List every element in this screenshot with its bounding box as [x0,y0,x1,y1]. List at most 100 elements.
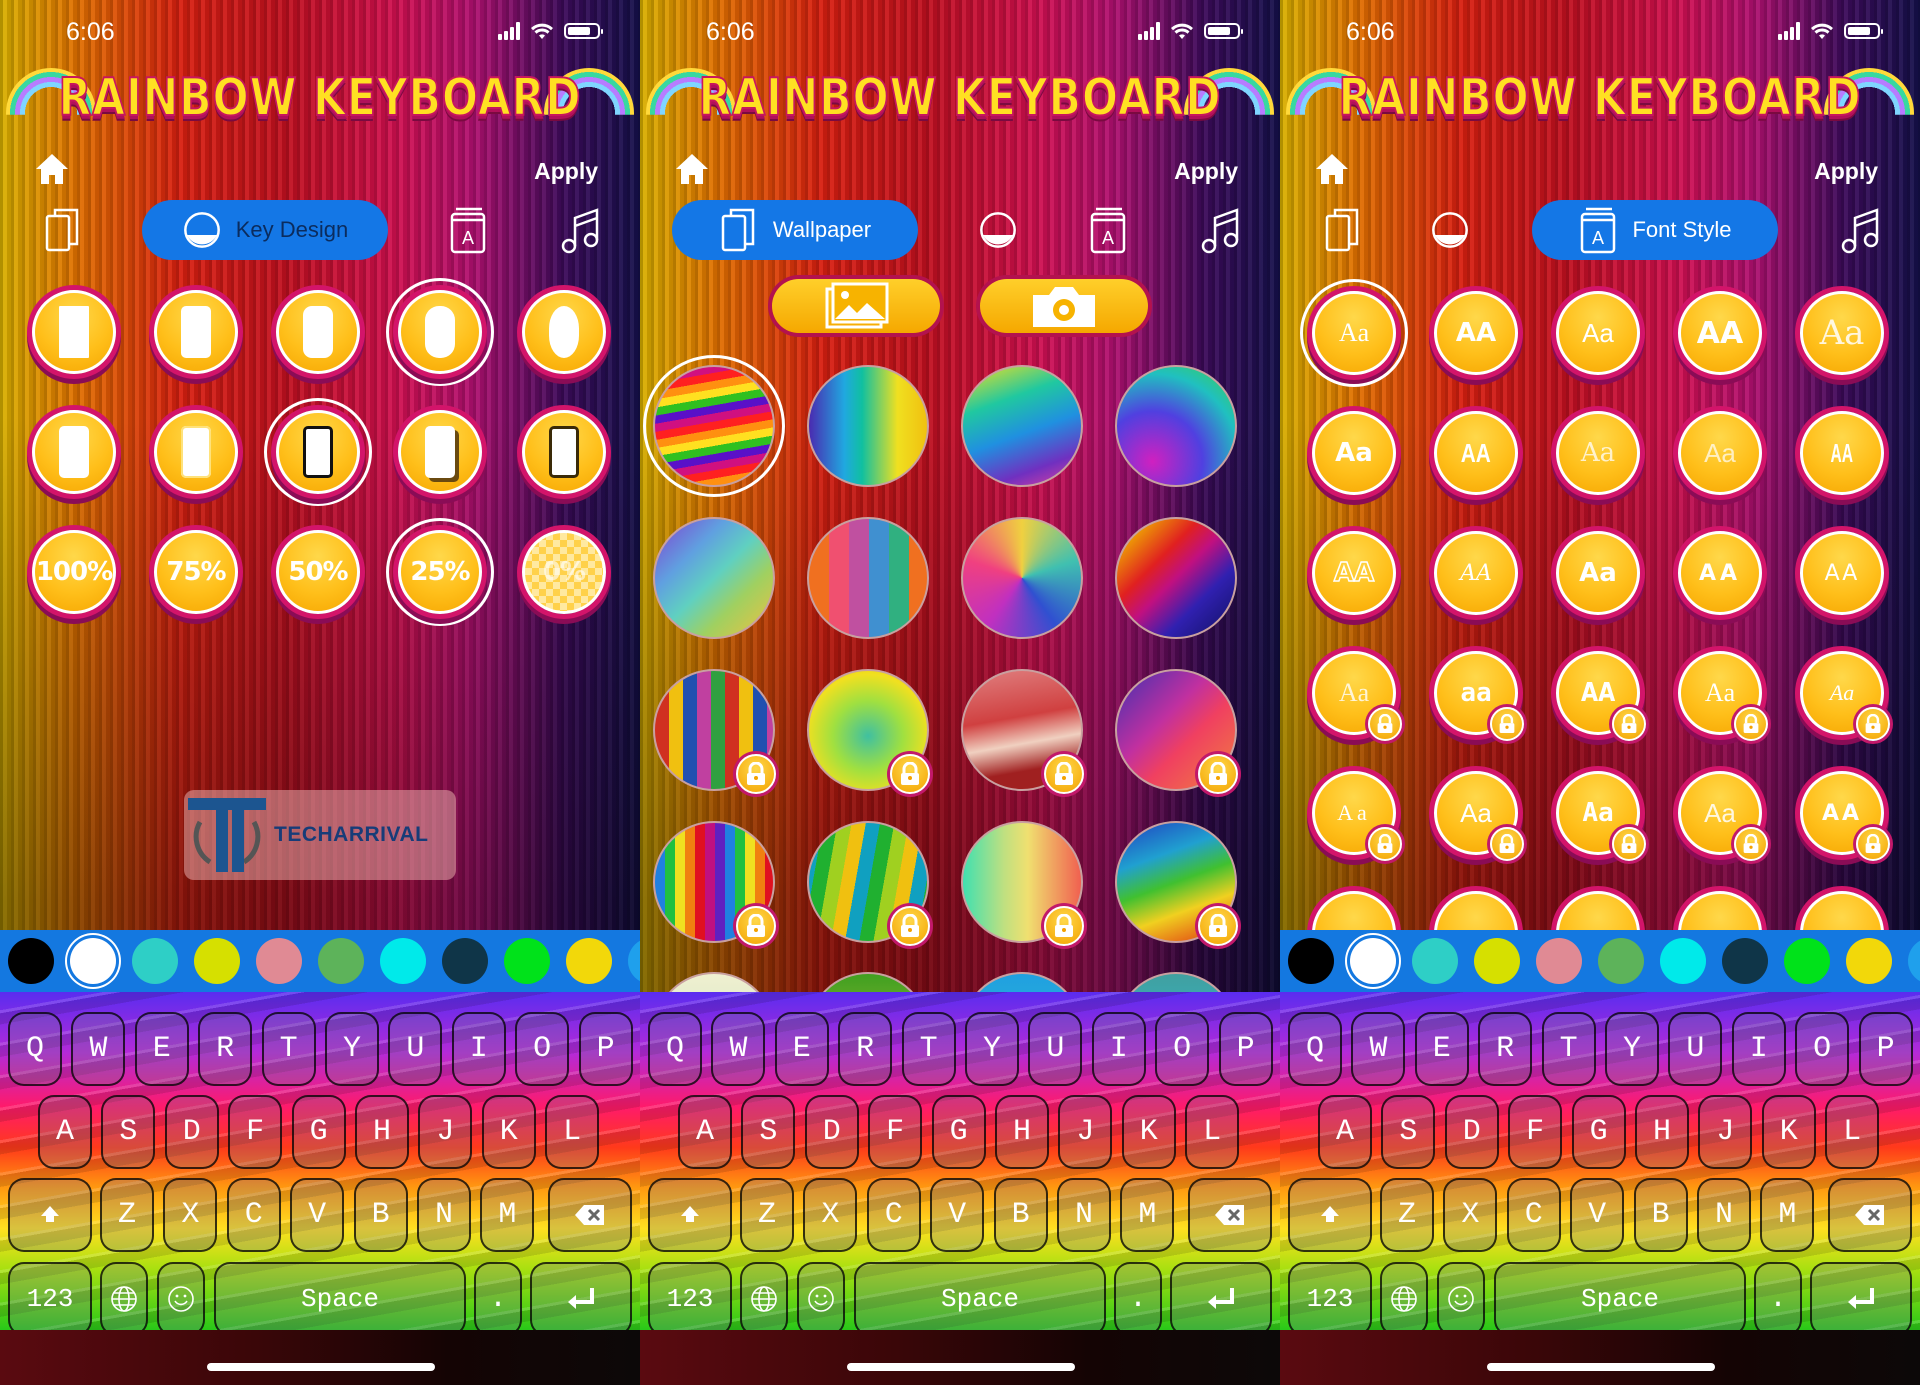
apply-button[interactable]: Apply [1814,158,1878,185]
key-j[interactable]: J [1698,1095,1753,1169]
shift-key[interactable] [1288,1178,1372,1252]
font-option[interactable]: AA [1434,291,1518,375]
home-indicator[interactable] [207,1363,435,1371]
key-z[interactable]: Z [100,1178,154,1252]
space-key[interactable]: Space [854,1262,1106,1330]
key-b[interactable]: B [993,1178,1048,1252]
key-f[interactable]: F [868,1095,923,1169]
color-swatch[interactable] [318,938,364,984]
key-shape-option[interactable] [276,290,360,374]
font-option[interactable]: Aa [1556,411,1640,495]
key-i[interactable]: I [1091,1012,1146,1086]
key-o[interactable]: O [1795,1012,1850,1086]
color-swatch[interactable] [1846,938,1892,984]
key-o[interactable]: O [1155,1012,1210,1086]
key-l[interactable]: L [1825,1095,1880,1169]
key-u[interactable]: U [388,1012,443,1086]
font-option[interactable]: Aa [1800,291,1884,375]
key-border-option-selected[interactable] [276,410,360,494]
key-n[interactable]: N [1697,1178,1751,1252]
key-f[interactable]: F [1508,1095,1563,1169]
backspace-key[interactable] [1828,1178,1912,1252]
home-icon[interactable] [1314,152,1350,186]
color-swatch[interactable] [1598,938,1644,984]
font-option[interactable]: AA [1434,411,1518,495]
wallpaper-thumbnail-diagonal-rays[interactable] [1115,517,1237,639]
key-t[interactable]: T [901,1012,956,1086]
font-option[interactable]: Aa [1556,291,1640,375]
globe-key[interactable] [1380,1262,1428,1330]
key-s[interactable]: S [101,1095,156,1169]
key-m[interactable]: M [1120,1178,1175,1252]
color-swatch[interactable] [256,938,302,984]
key-v[interactable]: V [290,1178,345,1252]
color-swatch[interactable] [1412,938,1458,984]
color-swatch[interactable] [566,938,612,984]
opacity-option[interactable]: 100% [32,530,116,614]
key-d[interactable]: D [804,1095,859,1169]
key-l[interactable]: L [545,1095,600,1169]
color-swatch[interactable] [194,938,240,984]
key-border-option[interactable] [32,410,116,494]
key-y[interactable]: Y [325,1012,379,1086]
color-swatch[interactable] [504,938,550,984]
key-w[interactable]: W [1351,1012,1406,1086]
wallpaper-thumbnail-swoosh[interactable] [961,365,1083,487]
color-swatch[interactable] [628,938,640,984]
key-r[interactable]: R [198,1012,253,1086]
key-b[interactable]: B [353,1178,408,1252]
opacity-option[interactable]: 75% [154,530,238,614]
font-option[interactable]: AA [1312,531,1396,615]
backspace-key[interactable] [1188,1178,1272,1252]
key-q[interactable]: Q [648,1012,702,1086]
color-swatch[interactable] [8,938,54,984]
shift-key[interactable] [648,1178,732,1252]
key-q[interactable]: Q [1288,1012,1342,1086]
numbers-key[interactable]: 123 [1288,1262,1372,1330]
tab-sound[interactable] [1196,200,1244,260]
opacity-option[interactable]: 50% [276,530,360,614]
key-p[interactable]: P [578,1012,633,1086]
wallpaper-thumbnail-swirl[interactable] [961,517,1083,639]
key-y[interactable]: Y [1605,1012,1659,1086]
shift-key[interactable] [8,1178,92,1252]
color-swatch[interactable] [132,938,178,984]
key-t[interactable]: T [1541,1012,1596,1086]
opacity-option-selected[interactable]: 25% [398,530,482,614]
key-j[interactable]: J [1058,1095,1113,1169]
key-z[interactable]: Z [740,1178,794,1252]
key-n[interactable]: N [1057,1178,1111,1252]
tab-key-design[interactable]: Key Design [142,200,388,260]
emoji-key[interactable] [1437,1262,1485,1330]
key-k[interactable]: K [1121,1095,1176,1169]
return-key[interactable] [530,1262,632,1330]
backspace-key[interactable] [548,1178,632,1252]
font-option[interactable]: AA [1800,411,1884,495]
key-c[interactable]: C [226,1178,281,1252]
key-s[interactable]: S [1381,1095,1436,1169]
key-d[interactable]: D [164,1095,219,1169]
key-j[interactable]: J [418,1095,473,1169]
emoji-key[interactable] [797,1262,845,1330]
key-m[interactable]: M [1760,1178,1815,1252]
key-a[interactable]: A [678,1095,732,1169]
color-swatch[interactable] [380,938,426,984]
key-g[interactable]: G [291,1095,346,1169]
key-v[interactable]: V [930,1178,985,1252]
key-u[interactable]: U [1028,1012,1083,1086]
color-swatch-selected[interactable] [1350,938,1396,984]
color-swatch[interactable] [1722,938,1768,984]
space-key[interactable]: Space [214,1262,466,1330]
key-f[interactable]: F [228,1095,283,1169]
wallpaper-thumbnail-crayons[interactable] [807,517,929,639]
key-r[interactable]: R [1478,1012,1533,1086]
key-w[interactable]: W [71,1012,126,1086]
key-shape-option[interactable] [154,290,238,374]
numbers-key[interactable]: 123 [8,1262,92,1330]
return-key[interactable] [1170,1262,1272,1330]
key-c[interactable]: C [1506,1178,1561,1252]
globe-key[interactable] [100,1262,148,1330]
tab-key-design[interactable] [1426,200,1474,260]
key-p[interactable]: P [1858,1012,1913,1086]
key-c[interactable]: C [866,1178,921,1252]
